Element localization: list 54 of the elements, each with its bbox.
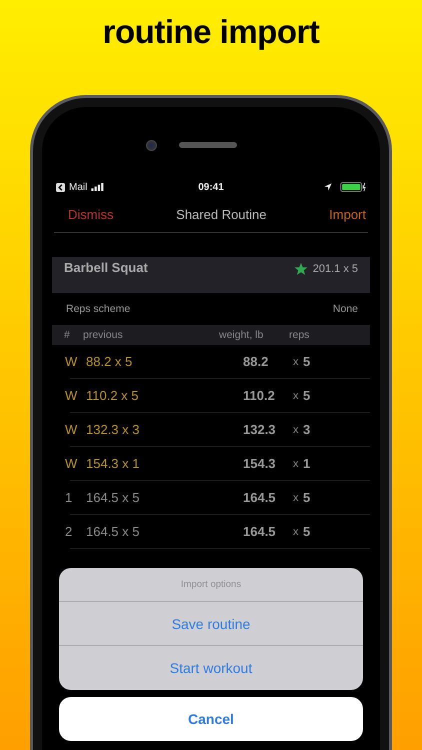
reps-value[interactable]: 1	[303, 456, 310, 471]
times-sign: x	[293, 390, 298, 402]
previous-set: 132.3 x 3	[86, 422, 140, 437]
weight-value[interactable]: 110.2	[243, 388, 275, 403]
set-number: 2	[65, 524, 72, 539]
exercise-card[interactable]: Barbell Squat 201.1 x 5	[52, 257, 370, 293]
set-number: W	[65, 354, 78, 369]
sheet-title: Import options	[59, 568, 363, 602]
set-number: W	[65, 388, 78, 403]
battery-icon	[340, 182, 366, 192]
camera-icon	[146, 140, 157, 150]
set-number: W	[65, 456, 78, 471]
back-icon[interactable]	[56, 182, 65, 192]
column-header: weight, lb	[219, 329, 264, 341]
signal-icon	[91, 183, 104, 191]
reps-scheme-label: Reps scheme	[66, 303, 130, 315]
speaker-icon	[179, 142, 237, 148]
reps-value[interactable]: 3	[303, 422, 310, 437]
screen-title: Shared Routine	[176, 206, 266, 222]
previous-set: 110.2 x 5	[86, 388, 139, 403]
previous-set: 164.5 x 5	[86, 524, 140, 539]
weight-value[interactable]: 88.2	[243, 354, 268, 369]
column-header: reps	[289, 329, 310, 341]
import-button[interactable]: Import	[329, 206, 366, 222]
set-number: W	[65, 422, 78, 437]
cancel-button[interactable]: Cancel	[59, 697, 363, 741]
star-icon	[294, 262, 308, 276]
weight-value[interactable]: 154.3	[243, 456, 276, 471]
times-sign: x	[293, 424, 298, 436]
times-sign: x	[293, 492, 298, 504]
dismiss-button[interactable]: Dismiss	[56, 206, 114, 222]
previous-set: 88.2 x 5	[86, 354, 132, 369]
back-label[interactable]: Mail	[69, 182, 88, 192]
exercise-name: Barbell Squat	[64, 260, 148, 275]
times-sign: x	[293, 458, 298, 470]
times-sign: x	[293, 356, 298, 368]
headline: routine import	[102, 12, 320, 52]
times-sign: x	[293, 526, 298, 538]
reps-value[interactable]: 5	[303, 354, 310, 369]
column-header: previous	[83, 329, 123, 341]
reps-value[interactable]: 5	[303, 490, 310, 505]
column-header: #	[64, 329, 70, 341]
best-set: 201.1 x 5	[312, 263, 358, 275]
weight-value[interactable]: 164.5	[243, 490, 276, 505]
status-time: 09:41	[198, 182, 224, 192]
weight-value[interactable]: 132.3	[243, 422, 276, 437]
reps-value[interactable]: 5	[303, 524, 310, 539]
weight-value[interactable]: 164.5	[243, 524, 276, 539]
previous-set: 154.3 x 1	[86, 456, 140, 471]
reps-scheme-value[interactable]: None	[332, 303, 358, 315]
previous-set: 164.5 x 5	[86, 490, 140, 505]
set-number: 1	[65, 490, 72, 505]
location-arrow-icon	[324, 183, 332, 191]
reps-value[interactable]: 5	[303, 388, 310, 403]
